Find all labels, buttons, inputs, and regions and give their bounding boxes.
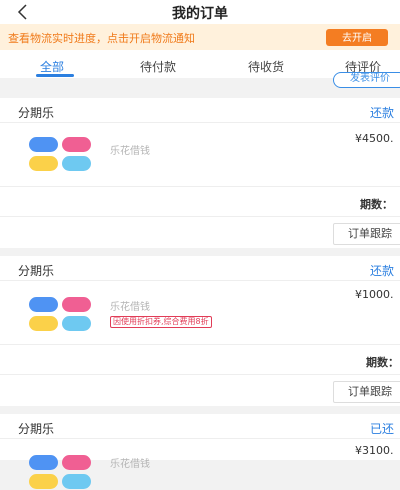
discount-tag: 因使用折扣券,综合费用8折 [110,316,212,328]
tab-all[interactable]: 全部 [40,58,64,75]
divider [0,122,400,123]
lehua-logo-icon [29,297,91,331]
order-tracking-button[interactable]: 订单跟踪 [333,381,400,403]
order-card: 分期乐 还款 乐花借钱 ¥4500. 期数： 订单跟踪 [0,98,400,248]
divider [0,344,400,345]
periods-label: 期数： [366,356,399,369]
divider [0,374,400,375]
divider [0,280,400,281]
post-review-button[interactable]: 发表评价 [333,72,400,88]
enable-notification-button[interactable]: 去开启 [326,29,388,46]
provider-name: 分期乐 [18,106,55,120]
product-name: 乐花借钱 [110,459,150,470]
header-bar: 我的订单 [0,0,400,24]
tab-pending-receipt[interactable]: 待收货 [248,58,284,75]
order-price: ¥1000. [355,288,394,301]
provider-name: 分期乐 [18,264,55,278]
order-price: ¥3100. [355,444,394,457]
provider-name: 分期乐 [18,422,55,436]
periods-label: 期数： [360,198,393,211]
notice-text: 查看物流实时进度，点击开启物流通知 [8,32,195,45]
order-status[interactable]: 还款 [370,262,394,279]
order-status[interactable]: 已还 [370,420,394,437]
lehua-logo-icon [29,137,91,171]
product-name: 乐花借钱 [110,146,150,157]
tab-pending-payment[interactable]: 待付款 [140,58,176,75]
product-name: 乐花借钱 [110,302,150,313]
divider [0,186,400,187]
active-tab-indicator [36,74,74,77]
order-card: 分期乐 已还 ¥3100. 乐花借钱 [0,414,400,489]
order-price: ¥4500. [355,132,394,145]
order-card: 分期乐 还款 乐花借钱 因使用折扣券,综合费用8折 ¥1000. 期数： 订单跟… [0,256,400,406]
page-title: 我的订单 [172,6,228,22]
lehua-logo-icon [29,455,91,489]
divider [0,438,400,439]
order-tracking-button[interactable]: 订单跟踪 [333,223,400,245]
order-status[interactable]: 还款 [370,104,394,121]
logistics-notice-bar: 查看物流实时进度，点击开启物流通知 去开启 [0,24,400,50]
divider [0,216,400,217]
